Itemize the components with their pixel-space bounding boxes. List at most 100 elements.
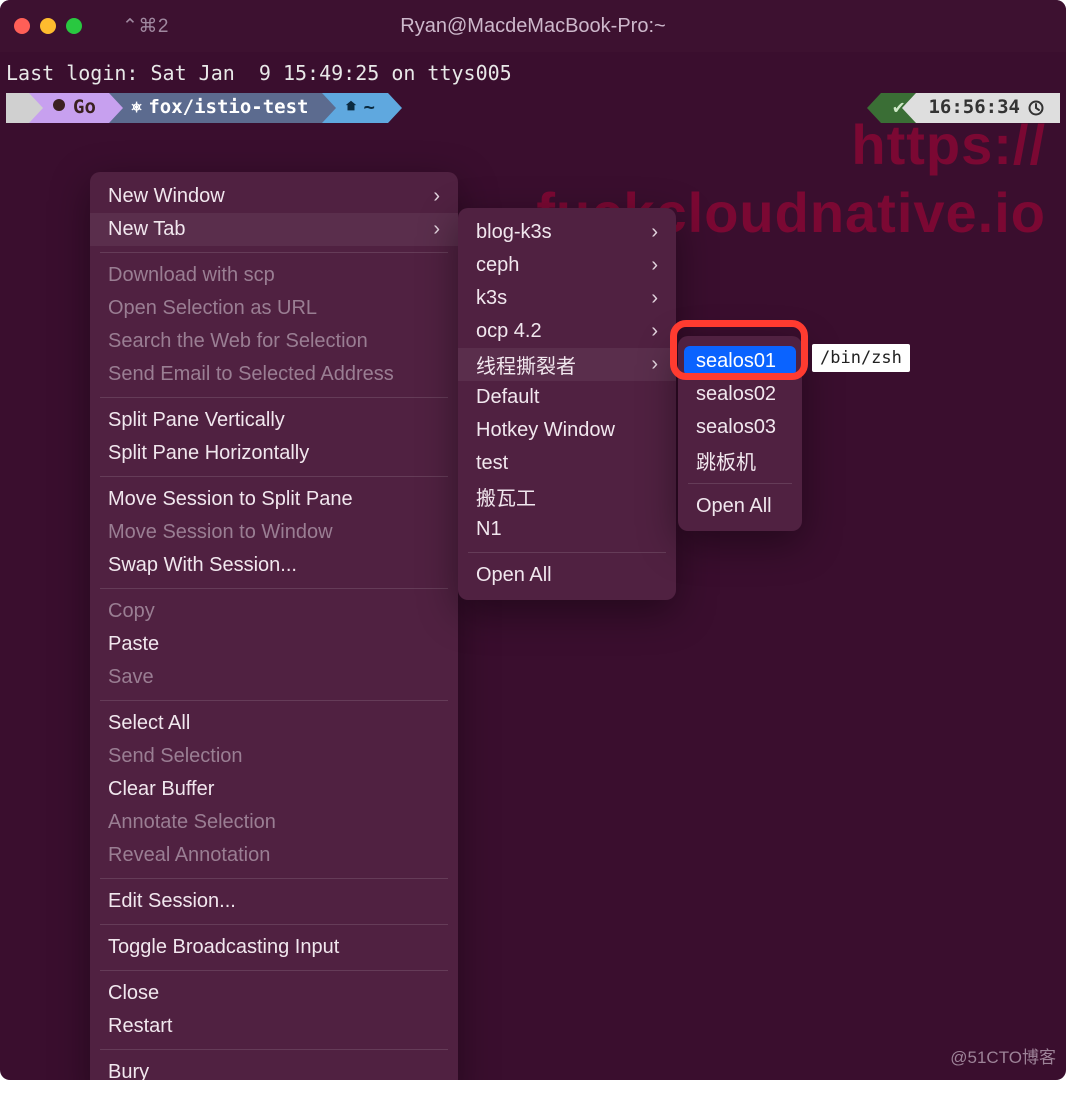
- menu-item[interactable]: Edit Session...: [90, 885, 458, 918]
- menu-item-label: New Window: [108, 185, 225, 208]
- owl-icon: [51, 95, 67, 121]
- menu-separator: [688, 483, 792, 484]
- home-icon: [344, 95, 358, 121]
- credit-text: @51CTO博客: [950, 1043, 1056, 1068]
- terminal-window: ⌃⌘2 Ryan@MacdeMacBook-Pro:~ Last login: …: [0, 0, 1066, 1080]
- prompt-home-text: ~: [364, 95, 375, 121]
- menu-item[interactable]: sealos03: [678, 411, 802, 444]
- chevron-right-icon: ›: [651, 320, 658, 343]
- menu-item-label: Annotate Selection: [108, 811, 276, 834]
- zoom-window-button[interactable]: [66, 18, 82, 34]
- menu-item-label: Split Pane Vertically: [108, 409, 285, 432]
- menu-item-label: Move Session to Split Pane: [108, 488, 353, 511]
- menu-item-label: Toggle Broadcasting Input: [108, 936, 339, 959]
- menu-item-label: New Tab: [108, 218, 185, 241]
- menu-item[interactable]: Close: [90, 977, 458, 1010]
- menu-item: Open Selection as URL: [90, 292, 458, 325]
- menu-item-label: Move Session to Window: [108, 521, 333, 544]
- menu-item-label: Open Selection as URL: [108, 297, 317, 320]
- prompt-seg-kube: ⎈ fox/istio-test: [109, 93, 322, 123]
- tab-shortcut-label: ⌃⌘2: [122, 15, 169, 38]
- menu-item[interactable]: k3s›: [458, 282, 676, 315]
- menu-item-label: Search the Web for Selection: [108, 330, 368, 353]
- watermark-line1: https://: [851, 112, 1046, 177]
- kube-icon: ⎈: [131, 95, 142, 121]
- menu-item: Search the Web for Selection: [90, 325, 458, 358]
- menu-item-label: Default: [476, 386, 539, 409]
- menu-item: Download with scp: [90, 259, 458, 292]
- close-window-button[interactable]: [14, 18, 30, 34]
- chevron-right-icon: ›: [651, 287, 658, 310]
- menu-item: Copy: [90, 595, 458, 628]
- menu-item[interactable]: Open All: [678, 490, 802, 523]
- chevron-right-icon: ›: [651, 353, 658, 376]
- menu-separator: [100, 878, 448, 879]
- menu-item[interactable]: ceph›: [458, 249, 676, 282]
- menu-item-label: ocp 4.2: [476, 320, 542, 343]
- menu-item[interactable]: Hotkey Window: [458, 414, 676, 447]
- menu-item-label: Copy: [108, 600, 155, 623]
- context-menu-profile-group[interactable]: sealos01 sealos02sealos03跳板机 Open All: [678, 336, 802, 531]
- last-login-line: Last login: Sat Jan 9 15:49:25 on ttys00…: [6, 60, 1060, 87]
- menu-item-label: Clear Buffer: [108, 778, 214, 801]
- menu-item-label: test: [476, 452, 508, 475]
- context-menu-main[interactable]: New Window › New Tab› Download with scp Open…: [90, 172, 458, 1080]
- menu-item[interactable]: New Tab›: [90, 213, 458, 246]
- menu-item[interactable]: 跳板机: [678, 444, 802, 477]
- menu-separator: [100, 924, 448, 925]
- menu-item[interactable]: Select All: [90, 707, 458, 740]
- menu-item[interactable]: Swap With Session...: [90, 549, 458, 582]
- chevron-right-icon: ›: [651, 221, 658, 244]
- menu-item-label: sealos01: [696, 350, 776, 373]
- menu-item: Move Session to Window: [90, 516, 458, 549]
- menu-item[interactable]: N1: [458, 513, 676, 546]
- menu-item[interactable]: 搬瓦工: [458, 480, 676, 513]
- menu-item-label: Reveal Annotation: [108, 844, 270, 867]
- menu-item[interactable]: sealos02: [678, 378, 802, 411]
- menu-item[interactable]: Toggle Broadcasting Input: [90, 931, 458, 964]
- menu-item-label: 跳板机: [696, 446, 756, 475]
- menu-item: Send Selection: [90, 740, 458, 773]
- menu-item[interactable]: Open All: [458, 559, 676, 592]
- menu-item-label: N1: [476, 518, 502, 541]
- menu-item-label: Close: [108, 982, 159, 1005]
- window-title: Ryan@MacdeMacBook-Pro:~: [400, 15, 665, 38]
- menu-item[interactable]: blog-k3s ›: [458, 216, 676, 249]
- menu-item[interactable]: New Window ›: [90, 180, 458, 213]
- menu-item[interactable]: Split Pane Vertically: [90, 404, 458, 437]
- menu-item: Annotate Selection: [90, 806, 458, 839]
- menu-item[interactable]: sealos01: [684, 346, 796, 376]
- menu-item-label: ceph: [476, 254, 519, 277]
- menu-item[interactable]: ocp 4.2 ›: [458, 315, 676, 348]
- context-menu-newtab[interactable]: blog-k3s›ceph›k3s›ocp 4.2›线程撕裂者›DefaultH…: [458, 208, 676, 600]
- menu-item[interactable]: test: [458, 447, 676, 480]
- menu-item[interactable]: Restart: [90, 1010, 458, 1043]
- menu-item-label: Open All: [696, 495, 772, 518]
- menu-item: Save: [90, 661, 458, 694]
- menu-item[interactable]: Default: [458, 381, 676, 414]
- menu-item-label: Download with scp: [108, 264, 275, 287]
- menu-item-label: Split Pane Horizontally: [108, 442, 309, 465]
- menu-item[interactable]: Clear Buffer: [90, 773, 458, 806]
- menu-item-label: Hotkey Window: [476, 419, 615, 442]
- menu-item-label: 搬瓦工: [476, 482, 536, 511]
- minimize-window-button[interactable]: [40, 18, 56, 34]
- menu-separator: [468, 552, 666, 553]
- menu-separator: [100, 476, 448, 477]
- menu-item-label: Swap With Session...: [108, 554, 297, 577]
- menu-item[interactable]: Split Pane Horizontally: [90, 437, 458, 470]
- title-bar: ⌃⌘2 Ryan@MacdeMacBook-Pro:~: [0, 0, 1066, 52]
- menu-item: Reveal Annotation: [90, 839, 458, 872]
- prompt-seg-apple: [6, 93, 29, 123]
- menu-item[interactable]: Move Session to Split Pane: [90, 483, 458, 516]
- menu-item[interactable]: Bury: [90, 1056, 458, 1080]
- chevron-right-icon: ›: [433, 185, 440, 208]
- menu-item[interactable]: Paste: [90, 628, 458, 661]
- tooltip-shell: /bin/zsh: [812, 344, 910, 372]
- menu-item[interactable]: 线程撕裂者 ›: [458, 348, 676, 381]
- prompt-ctx-text: fox/istio-test: [148, 95, 308, 121]
- menu-item-label: 线程撕裂者: [476, 350, 576, 379]
- menu-separator: [100, 397, 448, 398]
- menu-item-label: Paste: [108, 633, 159, 656]
- menu-item-label: blog-k3s: [476, 221, 552, 244]
